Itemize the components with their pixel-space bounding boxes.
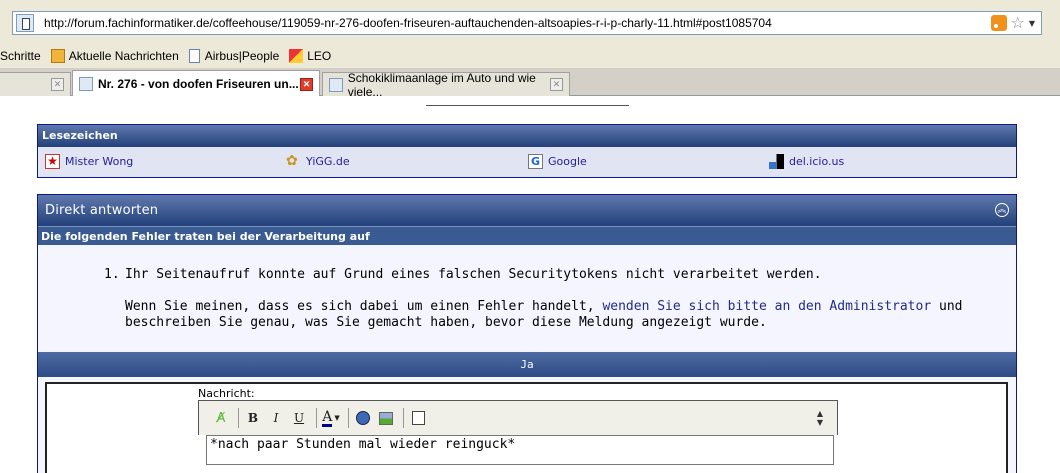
error-detail-text: Wenn Sie meinen, dass es sich dabei um e… <box>125 299 603 314</box>
error-body: 1. Ihr Seitenaufruf konnte auf Grund ein… <box>38 245 1016 352</box>
contact-admin-link[interactable]: wenden Sie sich bitte an den Administrat… <box>602 299 931 314</box>
url-text[interactable]: http://forum.fachinformatiker.de/coffeeh… <box>44 16 991 30</box>
direkt-antworten-box: Direkt antworten ︽ Die folgenden Fehler … <box>37 194 1017 473</box>
insert-image-button[interactable] <box>376 408 396 428</box>
error-message: Ihr Seitenaufruf konnte auf Grund eines … <box>125 267 822 282</box>
tab-label: Schokiklimaanlage im Auto und wie viele.… <box>347 70 536 99</box>
tab-schokiklimaanlage[interactable]: Schokiklimaanlage im Auto und wie viele.… <box>322 70 570 99</box>
italic-button[interactable]: I <box>266 408 286 428</box>
font-color-button[interactable]: A ▼ <box>321 408 341 428</box>
chevron-down-icon: ▼ <box>334 414 340 422</box>
divider <box>426 105 629 107</box>
font-color-icon: A <box>322 408 333 427</box>
bookmark-schritte[interactable]: Schritte <box>0 49 41 63</box>
lesezeichen-items: ★ Mister Wong ✿ YiGG.de G Google del.ici… <box>38 147 1016 177</box>
image-icon <box>379 411 393 425</box>
bookmark-airbus-people[interactable]: Airbus|People <box>188 49 280 63</box>
tab-bar: ✕ Nr. 276 - von doofen Friseuren un... ✕… <box>0 68 1060 99</box>
bookmark-label: Aktuelle Nachrichten <box>68 49 179 63</box>
lesezeichen-box: Lesezeichen ★ Mister Wong ✿ YiGG.de G Go… <box>37 124 1017 178</box>
quote-icon <box>411 411 425 425</box>
address-bar-row: http://forum.fachinformatiker.de/coffeeh… <box>0 0 1060 44</box>
chevron-down-icon[interactable]: ▼ <box>1029 19 1035 28</box>
tab-favicon-icon <box>79 77 93 91</box>
tab-previous[interactable]: ✕ <box>0 72 71 96</box>
bookmark-label: LEO <box>307 49 332 63</box>
address-bar[interactable]: http://forum.fachinformatiker.de/coffeeh… <box>12 11 1042 35</box>
bookmark-star-icon[interactable]: ☆ <box>1011 15 1025 31</box>
bold-button[interactable]: B <box>243 408 263 428</box>
close-icon[interactable]: ✕ <box>51 78 64 91</box>
editor-toolbar: A̸ B I U A ▼ ▲ ▼ <box>198 400 838 435</box>
message-textarea[interactable]: *nach paar Stunden mal wieder reinguck* <box>206 435 834 465</box>
bookmark-aktuelle-nachrichten[interactable]: Aktuelle Nachrichten <box>50 49 179 63</box>
resize-icon[interactable]: ▲ ▼ <box>817 409 823 427</box>
lesezeichen-label: Google <box>548 155 587 168</box>
error-header: Die folgenden Fehler traten bei der Vera… <box>38 226 1016 245</box>
rss-feed-icon[interactable] <box>990 15 1007 31</box>
leo-icon <box>289 49 304 63</box>
close-icon[interactable]: ✕ <box>300 77 313 91</box>
toolbar-separator <box>403 408 404 428</box>
direkt-antworten-header: Direkt antworten ︽ <box>38 195 1016 226</box>
bookmark-label: Schritte <box>0 49 41 63</box>
toolbar-separator <box>348 408 349 428</box>
delicious-icon <box>769 154 784 169</box>
lesezeichen-label: YiGG.de <box>306 155 350 168</box>
error-detail: Wenn Sie meinen, dass es sich dabei um e… <box>125 299 975 331</box>
google-icon: G <box>528 154 543 169</box>
lesezeichen-item-mister-wong[interactable]: ★ Mister Wong <box>45 154 133 169</box>
lesezeichen-item-yigg[interactable]: ✿ YiGG.de <box>286 154 350 169</box>
ja-bar: Ja <box>38 352 1016 377</box>
mister-wong-icon: ★ <box>45 154 60 169</box>
remove-formatting-icon[interactable]: A̸ <box>211 408 231 428</box>
direkt-antworten-title: Direkt antworten <box>45 203 159 218</box>
bookmark-leo[interactable]: LEO <box>289 49 331 63</box>
lesezeichen-item-google[interactable]: G Google <box>528 154 587 169</box>
site-favicon-icon <box>16 14 34 32</box>
toolbar-separator <box>238 408 239 428</box>
bookmark-label: Airbus|People <box>204 49 280 63</box>
globe-link-icon <box>356 411 370 425</box>
lesezeichen-label: Mister Wong <box>65 155 134 168</box>
bookmarks-toolbar: Schritte Aktuelle Nachrichten Airbus|Peo… <box>0 44 1060 68</box>
lesezeichen-item-delicious[interactable]: del.icio.us <box>769 154 844 169</box>
collapse-icon[interactable]: ︽ <box>995 203 1009 217</box>
page-content: Lesezeichen ★ Mister Wong ✿ YiGG.de G Go… <box>0 96 1060 473</box>
underline-button[interactable]: U <box>289 408 309 428</box>
yigg-icon: ✿ <box>286 153 298 169</box>
insert-link-button[interactable] <box>353 408 373 428</box>
tab-label: Nr. 276 - von doofen Friseuren un... <box>98 77 299 91</box>
nachricht-label: Nachricht: <box>198 387 255 400</box>
close-icon[interactable]: ✕ <box>550 78 563 91</box>
editor-area: Nachricht: A̸ B I U A ▼ ▲ ▼ *nach paar Stu… <box>38 377 1016 473</box>
live-feed-icon <box>50 49 65 63</box>
error-number: 1. <box>104 267 120 282</box>
insert-quote-button[interactable] <box>408 408 428 428</box>
tab-active[interactable]: Nr. 276 - von doofen Friseuren un... ✕ <box>72 70 320 97</box>
tab-favicon-icon <box>329 77 343 92</box>
lesezeichen-title: Lesezeichen <box>38 125 1016 147</box>
toolbar-separator <box>316 408 317 428</box>
lesezeichen-label: del.icio.us <box>789 155 845 168</box>
page-icon <box>188 49 200 63</box>
